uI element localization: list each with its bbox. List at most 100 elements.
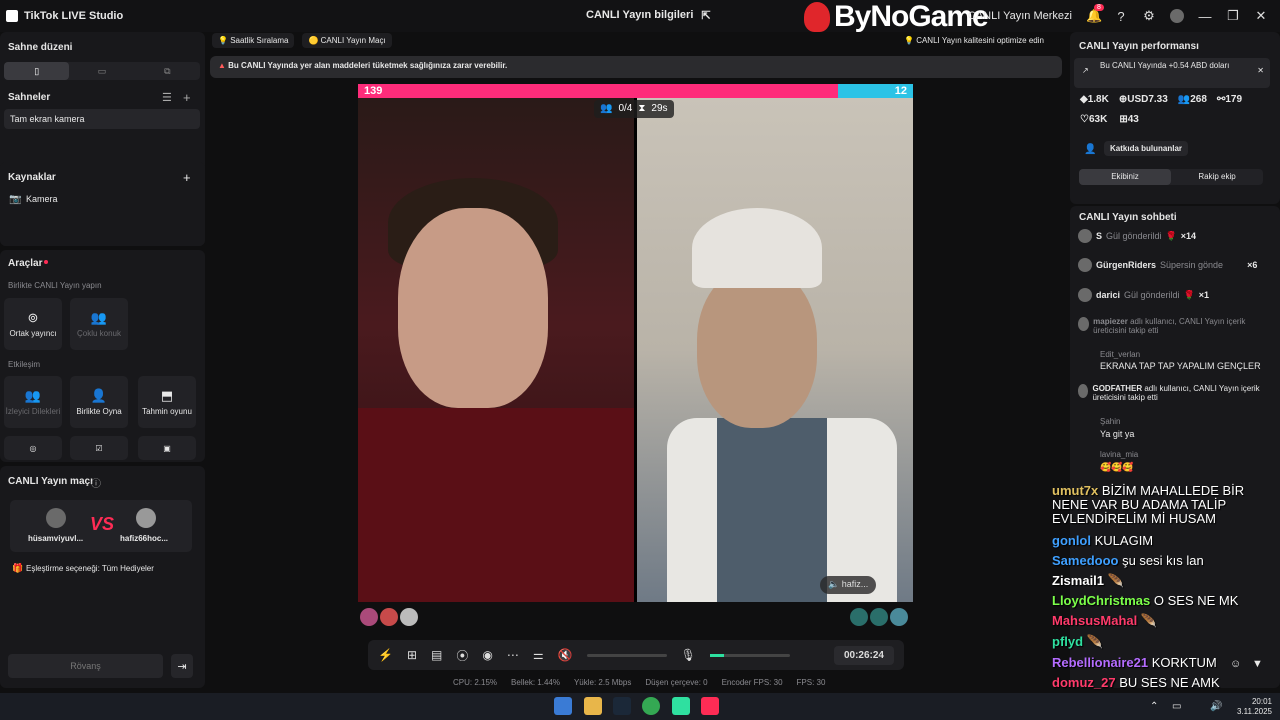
live-preview[interactable]: 139 12 👥 0/4 ⧗ 29s 🔈 hafiz... (358, 84, 913, 602)
tiktok-logo-icon (6, 10, 18, 22)
collab-title: Birlikte CANLI Yayın yapın (8, 281, 102, 290)
quality-tip[interactable]: 💡 CANLI Yayın kalitesini optimize edin (904, 36, 1044, 45)
source-item[interactable]: Kamera (26, 194, 58, 204)
tool-more-3[interactable]: ▣ (138, 436, 196, 460)
guest-supporters (850, 608, 908, 626)
chat-message: GODFATHER adlı kullanıcı, CANLI Yayın iç… (1078, 384, 1268, 402)
guest-name: hafiz... (841, 579, 869, 589)
gift-icon: 🎁 (12, 563, 24, 573)
help-icon[interactable]: ? (1114, 9, 1128, 24)
live-timer: 00:26:24 (833, 645, 894, 665)
mic-volume-slider[interactable] (709, 653, 790, 657)
add-scene-icon[interactable]: + (183, 90, 191, 105)
rematch-button[interactable]: Rövanş (8, 654, 163, 678)
live-info-link[interactable]: CANLI Yayın bilgileri ⇱ (586, 9, 711, 22)
info-icon[interactable]: ⓘ (91, 475, 101, 490)
guest-name-tag[interactable]: 🔈 hafiz... (820, 576, 877, 594)
scenes-title: Sahneler (8, 92, 51, 103)
portrait-layout-icon[interactable]: ▯ (4, 62, 70, 80)
earnings-notice: ↗ Bu CANLI Yayında +0.54 ABD doları ✕ (1074, 58, 1270, 88)
captions-icon[interactable]: ▤ (431, 648, 442, 662)
avatar[interactable] (1170, 9, 1184, 23)
guest-count-pill: 👥 0/4 ⧗ 29s (594, 100, 674, 118)
trend-icon: ↗ (1082, 66, 1089, 75)
overlay-chat-line: Zismail1 🪶 (1052, 573, 1124, 588)
layout-selector[interactable]: ▯ ▭ ⧉ (4, 62, 200, 80)
chrome-icon[interactable] (642, 697, 660, 715)
tray-chevron-icon[interactable]: ⌃ (1150, 701, 1158, 712)
notification-badge: 8 (1094, 4, 1104, 11)
add-user-icon[interactable]: 👤 (1084, 144, 1096, 155)
guests-icon: 👥 (90, 310, 108, 325)
hourly-ranking-tab[interactable]: 💡 Saatlik Sıralama (212, 33, 295, 48)
effects-icon[interactable]: ⚡ (378, 648, 393, 662)
score-right: 12 (838, 84, 913, 98)
camera-settings-icon[interactable]: ◉ (482, 648, 492, 662)
title-bar: TikTok LIVE Studio CANLI Yayın bilgileri… (0, 0, 1280, 33)
contributors-button[interactable]: Katkıda bulunanlar (1104, 141, 1189, 156)
play-together-button[interactable]: 👤 Birlikte Oyna (70, 376, 128, 428)
overlay-chat-line: LloydChristmas O SES NE MK (1052, 593, 1239, 608)
filter-icon[interactable]: ▼ (1252, 658, 1263, 670)
microphone-icon[interactable]: 🎙 (681, 648, 696, 662)
live-info-label: CANLI Yayın bilgileri (586, 9, 694, 21)
timer-icon: ⧗ (638, 103, 646, 114)
obs-icon[interactable] (672, 697, 690, 715)
exit-icon[interactable]: ⇥ (171, 654, 193, 678)
multi-guest-button[interactable]: 👥 Çoklu konuk (70, 298, 128, 350)
tab-rival[interactable]: Rakip ekip (1171, 169, 1263, 185)
layout-icon[interactable]: ⊞ (407, 648, 417, 662)
clock[interactable]: 20:01 3.11.2025 (1232, 697, 1272, 717)
bell-icon[interactable]: 🔔 8 (1086, 4, 1104, 24)
chat-message: lavina_mia 🥰🥰🥰 (1100, 450, 1139, 472)
tool-more-2[interactable]: ☑ (70, 436, 128, 460)
more-icon[interactable]: ⋯ (507, 648, 519, 662)
diamonds-metric: ◆1.8K (1080, 94, 1109, 105)
tab-team[interactable]: Ekibiniz (1079, 169, 1171, 185)
overlay-chat-line: MahsusMahal 🪶 (1052, 613, 1158, 628)
close-icon[interactable]: ✕ (1254, 8, 1268, 24)
quality-label: CANLI Yayın kalitesini optimize edin (916, 36, 1044, 45)
target-icon: ◎ (29, 443, 37, 453)
live-match-tab[interactable]: 🟡 CANLI Yayın Maçı (302, 33, 392, 48)
live-center-link[interactable]: CANLI Yayın Merkezi (968, 10, 1072, 22)
player1-name: hüsamviyuvl... (28, 534, 84, 543)
steam-icon[interactable] (613, 697, 631, 715)
add-source-icon[interactable]: + (183, 170, 191, 185)
start-icon[interactable] (554, 697, 572, 715)
speaker-muted-icon[interactable]: 🔇 (558, 648, 573, 662)
dual-layout-icon[interactable]: ⧉ (135, 62, 200, 80)
followers-metric: ⚯179 (1216, 94, 1243, 105)
volume-icon[interactable]: 🔊 (1210, 701, 1222, 712)
chat-message: Şahin Ya git ya (1100, 417, 1135, 439)
player1-avatar (46, 508, 66, 528)
warning-banner: ▲ Bu CANLI Yayında yer alan maddeleri tü… (210, 56, 1062, 78)
list-icon[interactable]: ☰ (162, 91, 172, 104)
match-option: Eşleştirme seçeneği: Tüm Hediyeler (26, 564, 154, 573)
audio-mixer-icon[interactable]: ⚌ (533, 648, 544, 662)
control-bar: ⚡ ⊞ ▤ ⦿ ◉ ⋯ ⚌ 🔇 🎙 00:26:24 (368, 640, 904, 670)
player2-name: hafiz66hoc... (120, 534, 169, 543)
minimize-icon[interactable]: — (1198, 9, 1212, 24)
guest-count: 0/4 (618, 103, 633, 114)
maximize-icon[interactable]: ❐ (1226, 8, 1240, 24)
landscape-layout-icon[interactable]: ▭ (69, 62, 134, 80)
settings-gear-icon[interactable]: ⚙ (1142, 8, 1156, 24)
speaker-volume-slider[interactable] (586, 653, 667, 657)
sources-title: Kaynaklar (8, 172, 56, 183)
scene-item[interactable]: Tam ekran kamera (4, 109, 200, 129)
co-host-button[interactable]: ⊚ Ortak yayıncı (4, 298, 62, 350)
tool-more-1[interactable]: ◎ (4, 436, 62, 460)
file-explorer-icon[interactable] (584, 697, 602, 715)
record-icon[interactable]: ⦿ (456, 647, 468, 664)
metrics-row: ◆1.8K ⊕USD7.33 👥268 ⚯179 (1080, 94, 1242, 105)
emoji-icon[interactable]: ☺ (1230, 658, 1241, 670)
prediction-button[interactable]: ⬒ Tahmin oyunu (138, 376, 196, 428)
top-tabs: 💡 Saatlik Sıralama 🟡 CANLI Yayın Maçı (212, 33, 392, 48)
viewer-wishes-button[interactable]: 👥 İzleyici Dilekleri (4, 376, 62, 428)
tiktok-taskbar-icon[interactable] (701, 697, 719, 715)
performance-stats: CPU: 2.15% Bellek: 1.44% Yükle: 2.5 Mbps… (453, 678, 825, 687)
share-icon: ⇱ (701, 10, 711, 22)
network-icon[interactable]: ▭ (1172, 701, 1181, 712)
close-notice-icon[interactable]: ✕ (1257, 66, 1264, 75)
